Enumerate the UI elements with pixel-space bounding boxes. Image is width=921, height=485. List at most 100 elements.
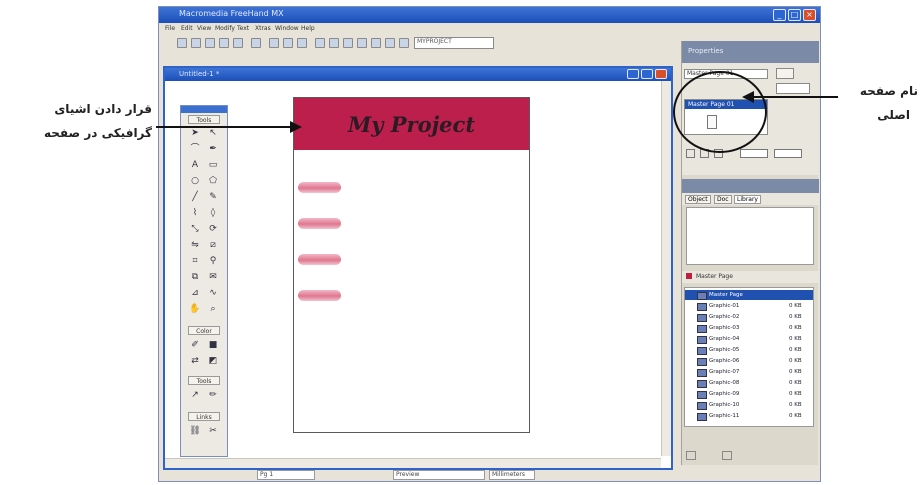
paste-icon[interactable] — [297, 38, 307, 48]
layer-row[interactable]: Graphic-05 0 KB — [685, 345, 813, 355]
delete-layer-icon[interactable] — [722, 451, 732, 460]
export-icon[interactable] — [233, 38, 243, 48]
menu-file[interactable]: File — [165, 25, 175, 32]
graphic-button[interactable] — [298, 182, 341, 193]
layer-row[interactable]: Graphic-11 0 KB — [685, 411, 813, 421]
master-page-list[interactable]: Master Page 01 — [684, 99, 768, 135]
stroke-color-icon[interactable]: ✐ — [189, 340, 201, 351]
layers-list[interactable]: Master Page Graphic-01 0 KB Graphic-02 0 K… — [684, 287, 814, 427]
minimize-button[interactable]: _ — [773, 9, 786, 21]
page-thumbnail[interactable] — [707, 115, 717, 129]
copy-icon[interactable] — [283, 38, 293, 48]
menu-text[interactable]: Text — [237, 25, 249, 32]
menu-window[interactable]: Window — [275, 25, 299, 32]
align-icon[interactable] — [343, 38, 353, 48]
tab-library[interactable]: Library — [734, 195, 761, 204]
bezigon-tool-icon[interactable]: ◊ — [207, 208, 219, 219]
vertical-scrollbar[interactable] — [661, 81, 671, 456]
new-layer-icon[interactable] — [686, 451, 696, 460]
hand-tool-icon[interactable]: ✋ — [189, 304, 201, 315]
fill-color-icon[interactable]: ■ — [207, 340, 219, 351]
find-icon[interactable] — [385, 38, 395, 48]
save-icon[interactable] — [205, 38, 215, 48]
delete-page-icon[interactable] — [714, 149, 723, 158]
page-name-field[interactable]: Master Page 01 — [684, 69, 768, 79]
line-tool-icon[interactable]: ╱ — [189, 192, 201, 203]
layer-row[interactable]: Graphic-07 0 KB — [685, 367, 813, 377]
doc-close-button[interactable] — [655, 69, 667, 79]
eyedropper-tool-icon[interactable]: ⚲ — [207, 256, 219, 267]
master-page-item[interactable]: Master Page 01 — [685, 100, 767, 109]
graphic-button[interactable] — [298, 254, 341, 265]
ungroup-icon[interactable] — [329, 38, 339, 48]
close-button[interactable]: × — [803, 9, 816, 21]
new-icon[interactable] — [177, 38, 187, 48]
layer-row[interactable]: Graphic-06 0 KB — [685, 356, 813, 366]
transform-icon[interactable] — [357, 38, 367, 48]
duplicate-page-icon[interactable] — [700, 149, 709, 158]
polygon-tool-icon[interactable]: ⬠ — [207, 176, 219, 187]
layer-row[interactable]: Graphic-10 0 KB — [685, 400, 813, 410]
zoom-tool-icon[interactable]: ⌕ — [207, 304, 219, 315]
knife-tool-icon[interactable]: ⌇ — [189, 208, 201, 219]
layers-panel-header[interactable]: Master Page — [682, 271, 819, 283]
tab-object[interactable]: Object — [685, 195, 711, 204]
page-options-button[interactable] — [776, 68, 794, 79]
doc-minimize-button[interactable] — [627, 69, 639, 79]
layer-row[interactable]: Graphic-02 0 KB — [685, 312, 813, 322]
arrow-tool-icon[interactable]: ↗ — [189, 390, 201, 401]
menu-help[interactable]: Help — [301, 25, 315, 32]
print-icon[interactable] — [251, 38, 261, 48]
layer-row[interactable]: Master Page — [685, 290, 813, 300]
trace-tool-icon[interactable]: ⌗ — [189, 256, 201, 267]
page-select-dropdown[interactable]: MYPROJECT — [414, 37, 494, 49]
library-icon[interactable] — [399, 38, 409, 48]
layer-row[interactable]: Graphic-09 0 KB — [685, 389, 813, 399]
menu-view[interactable]: View — [197, 25, 211, 32]
menu-modify[interactable]: Modify — [215, 25, 235, 32]
page-size-field[interactable] — [776, 83, 810, 94]
skew-tool-icon[interactable]: ⧄ — [207, 240, 219, 251]
open-icon[interactable] — [191, 38, 201, 48]
group-icon[interactable] — [315, 38, 325, 48]
subselect-tool-icon[interactable]: ↖ — [207, 128, 219, 139]
pen-tool-icon[interactable]: ✒ — [207, 144, 219, 155]
document-page[interactable]: My Project — [293, 97, 530, 433]
cut-icon[interactable] — [269, 38, 279, 48]
brush-tool-icon[interactable]: ✏ — [207, 390, 219, 401]
add-page-icon[interactable] — [686, 149, 695, 158]
units-dropdown[interactable]: Millimeters — [489, 470, 535, 480]
title-banner[interactable]: My Project — [294, 98, 529, 150]
page-height-field[interactable] — [774, 149, 802, 158]
maximize-button[interactable]: □ — [788, 9, 801, 21]
perspective-tool-icon[interactable]: ⊿ — [189, 288, 201, 299]
ellipse-tool-icon[interactable]: ○ — [189, 176, 201, 187]
link-tool-icon[interactable]: ⛓ — [189, 426, 201, 437]
layers-icon[interactable] — [371, 38, 381, 48]
default-colors-icon[interactable]: ◩ — [207, 356, 219, 367]
pointer-tool-icon[interactable]: ➤ — [189, 128, 201, 139]
graphic-button[interactable] — [298, 290, 341, 301]
freeform-tool-icon[interactable]: ∿ — [207, 288, 219, 299]
page-number-field[interactable]: Pg 1 — [257, 470, 315, 480]
text-tool-icon[interactable]: A — [189, 160, 201, 171]
view-mode-dropdown[interactable]: Preview — [393, 470, 485, 480]
graphic-button[interactable] — [298, 218, 341, 229]
blend-tool-icon[interactable]: ⧉ — [189, 272, 201, 283]
unlink-tool-icon[interactable]: ✂ — [207, 426, 219, 437]
doc-maximize-button[interactable] — [641, 69, 653, 79]
rectangle-tool-icon[interactable]: ▭ — [207, 160, 219, 171]
swap-colors-icon[interactable]: ⇄ — [189, 356, 201, 367]
page-width-field[interactable] — [740, 149, 768, 158]
app-titlebar[interactable]: Macromedia FreeHand MX _ □ × — [159, 7, 820, 23]
reflect-tool-icon[interactable]: ⇋ — [189, 240, 201, 251]
layer-row[interactable]: Graphic-03 0 KB — [685, 323, 813, 333]
layer-row[interactable]: Graphic-08 0 KB — [685, 378, 813, 388]
menu-edit[interactable]: Edit — [181, 25, 193, 32]
tools-palette-caption[interactable] — [181, 106, 227, 113]
object-panel-header[interactable] — [682, 179, 819, 193]
layer-row[interactable]: Graphic-04 0 KB — [685, 334, 813, 344]
lasso-tool-icon[interactable]: ⌒ — [189, 144, 201, 155]
envelope-tool-icon[interactable]: ✉ — [207, 272, 219, 283]
scale-tool-icon[interactable]: ⤡ — [189, 224, 201, 235]
